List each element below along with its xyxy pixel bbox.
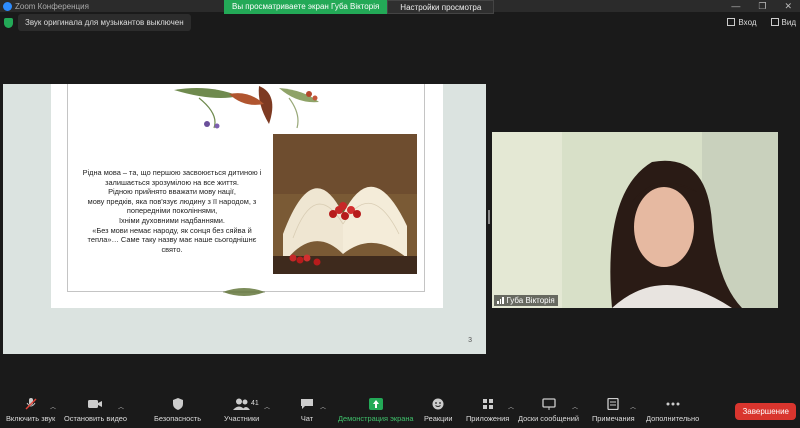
chat-icon xyxy=(301,399,313,409)
chevron-up-icon[interactable]: ︿ xyxy=(320,402,326,411)
notes-icon xyxy=(607,398,619,410)
slide-text-line: тепла»… Саме таку назву має наше сьогодн… xyxy=(87,235,257,245)
participants-icon xyxy=(232,398,250,410)
apps-label: Приложения xyxy=(466,414,510,423)
shield-icon xyxy=(172,398,183,410)
mic-muted-icon xyxy=(25,398,37,410)
stop-video-button[interactable]: Остановить видео ︿ xyxy=(64,398,127,423)
splitter-handle[interactable] xyxy=(488,210,490,224)
whiteboards-button[interactable]: Доски сообщений ︿ xyxy=(518,398,579,423)
login-icon xyxy=(727,18,736,26)
slide-text-line: попередніми поколіннями, xyxy=(126,206,218,216)
chevron-up-icon[interactable]: ︿ xyxy=(264,402,270,411)
video-camera-icon xyxy=(88,400,103,408)
participant-name-tag: Губа Вікторія xyxy=(494,295,558,306)
leaf-ornament xyxy=(223,288,265,296)
window-controls: — ❐ ✕ xyxy=(731,1,800,12)
slide-text-line: свято. xyxy=(161,244,183,254)
participant-name: Губа Вікторія xyxy=(506,296,555,305)
notes-button[interactable]: Примечания ︿ xyxy=(592,398,636,423)
share-screen-button[interactable]: Демонстрация экрана xyxy=(338,398,414,423)
participant-video[interactable]: Губа Вікторія xyxy=(492,132,778,308)
login-button[interactable]: Вход xyxy=(727,18,757,27)
chevron-up-icon[interactable]: ︿ xyxy=(630,402,636,411)
encryption-shield-icon[interactable] xyxy=(4,17,13,28)
slide-page-number: 3 xyxy=(468,337,472,344)
view-button[interactable]: Вид xyxy=(770,18,796,27)
shared-screen: Рідна мова – та, що першою засвоюється д… xyxy=(3,84,486,354)
book-photo xyxy=(273,134,417,274)
chat-label: Чат xyxy=(300,414,314,423)
apps-icon xyxy=(482,399,493,409)
meeting-toolbar: Включить звук ︿ Остановить видео ︿ Безоп… xyxy=(0,394,800,428)
reactions-button[interactable]: Реакции xyxy=(424,398,453,423)
participants-count: 41 xyxy=(251,400,259,407)
reactions-label: Реакции xyxy=(424,414,453,423)
participant-silhouette xyxy=(492,132,778,308)
security-label: Безопасность xyxy=(154,414,202,423)
view-options-button[interactable]: Настройки просмотра xyxy=(387,0,495,14)
stop-video-label: Остановить видео xyxy=(64,414,127,423)
notes-label: Примечания xyxy=(592,414,635,423)
chevron-up-icon[interactable]: ︿ xyxy=(508,402,514,411)
floral-decoration xyxy=(174,86,319,129)
unmute-button[interactable]: Включить звук ︿ xyxy=(6,398,56,423)
more-button[interactable]: Дополнительно xyxy=(646,398,699,423)
chevron-up-icon[interactable]: ︿ xyxy=(572,402,578,411)
more-label: Дополнительно xyxy=(646,414,700,423)
chevron-up-icon[interactable]: ︿ xyxy=(118,402,124,411)
participants-button[interactable]: Участники 41 ︿ xyxy=(224,398,270,423)
chat-button[interactable]: Чат ︿ xyxy=(300,398,326,423)
view-label: Вид xyxy=(781,18,796,27)
share-screen-label: Демонстрация экрана xyxy=(338,414,414,423)
whiteboard-icon xyxy=(541,398,556,410)
whiteboards-label: Доски сообщений xyxy=(518,414,579,423)
original-sound-notice: Звук оригинала для музыкантов выключен xyxy=(18,14,191,31)
reaction-icon xyxy=(432,398,444,410)
slide-text-line: їхніми духовними надбаннями. xyxy=(119,215,225,225)
minimize-icon[interactable]: — xyxy=(731,1,740,12)
slide-text-line: Рідною прийнято вважати мову нації, xyxy=(108,187,236,197)
slide-text-line: мову предків, яка пов'язує людину з її н… xyxy=(87,196,257,206)
participants-label: Участники xyxy=(224,414,260,423)
slide-text-line: Рідна мова – та, що першою засвоюється д… xyxy=(82,168,262,177)
slide-text-line: залишається зрозумілою на все життя. xyxy=(105,177,239,187)
more-icon xyxy=(666,402,680,406)
slide-text-line: «Без мови немає народу, як сонця без сяй… xyxy=(92,225,252,235)
audio-notice: Звук оригинала для музыкантов выключен xyxy=(4,14,191,31)
share-banner: Вы просматриваете экран Губа Вікторія На… xyxy=(224,0,495,14)
close-icon[interactable]: ✕ xyxy=(784,1,792,12)
share-screen-icon xyxy=(368,398,383,410)
apps-button[interactable]: Приложения ︿ xyxy=(466,398,514,423)
window-title: Zoom Конференция xyxy=(15,1,89,11)
top-right-controls: Вход Вид xyxy=(727,18,796,27)
signal-bars-icon xyxy=(497,297,504,304)
grid-icon xyxy=(770,18,779,26)
slide-page: Рідна мова – та, що першою засвоюється д… xyxy=(51,84,443,308)
login-label: Вход xyxy=(738,18,757,27)
zoom-logo-icon xyxy=(3,1,12,11)
slide-text: Рідна мова – та, що першою засвоюється д… xyxy=(73,168,271,254)
maximize-icon[interactable]: ❐ xyxy=(758,1,766,12)
end-meeting-button[interactable]: Завершение xyxy=(735,403,796,420)
chevron-up-icon[interactable]: ︿ xyxy=(50,402,56,411)
security-button[interactable]: Безопасность xyxy=(154,398,201,423)
unmute-label: Включить звук xyxy=(6,414,56,423)
share-status: Вы просматриваете экран Губа Вікторія xyxy=(224,0,388,14)
